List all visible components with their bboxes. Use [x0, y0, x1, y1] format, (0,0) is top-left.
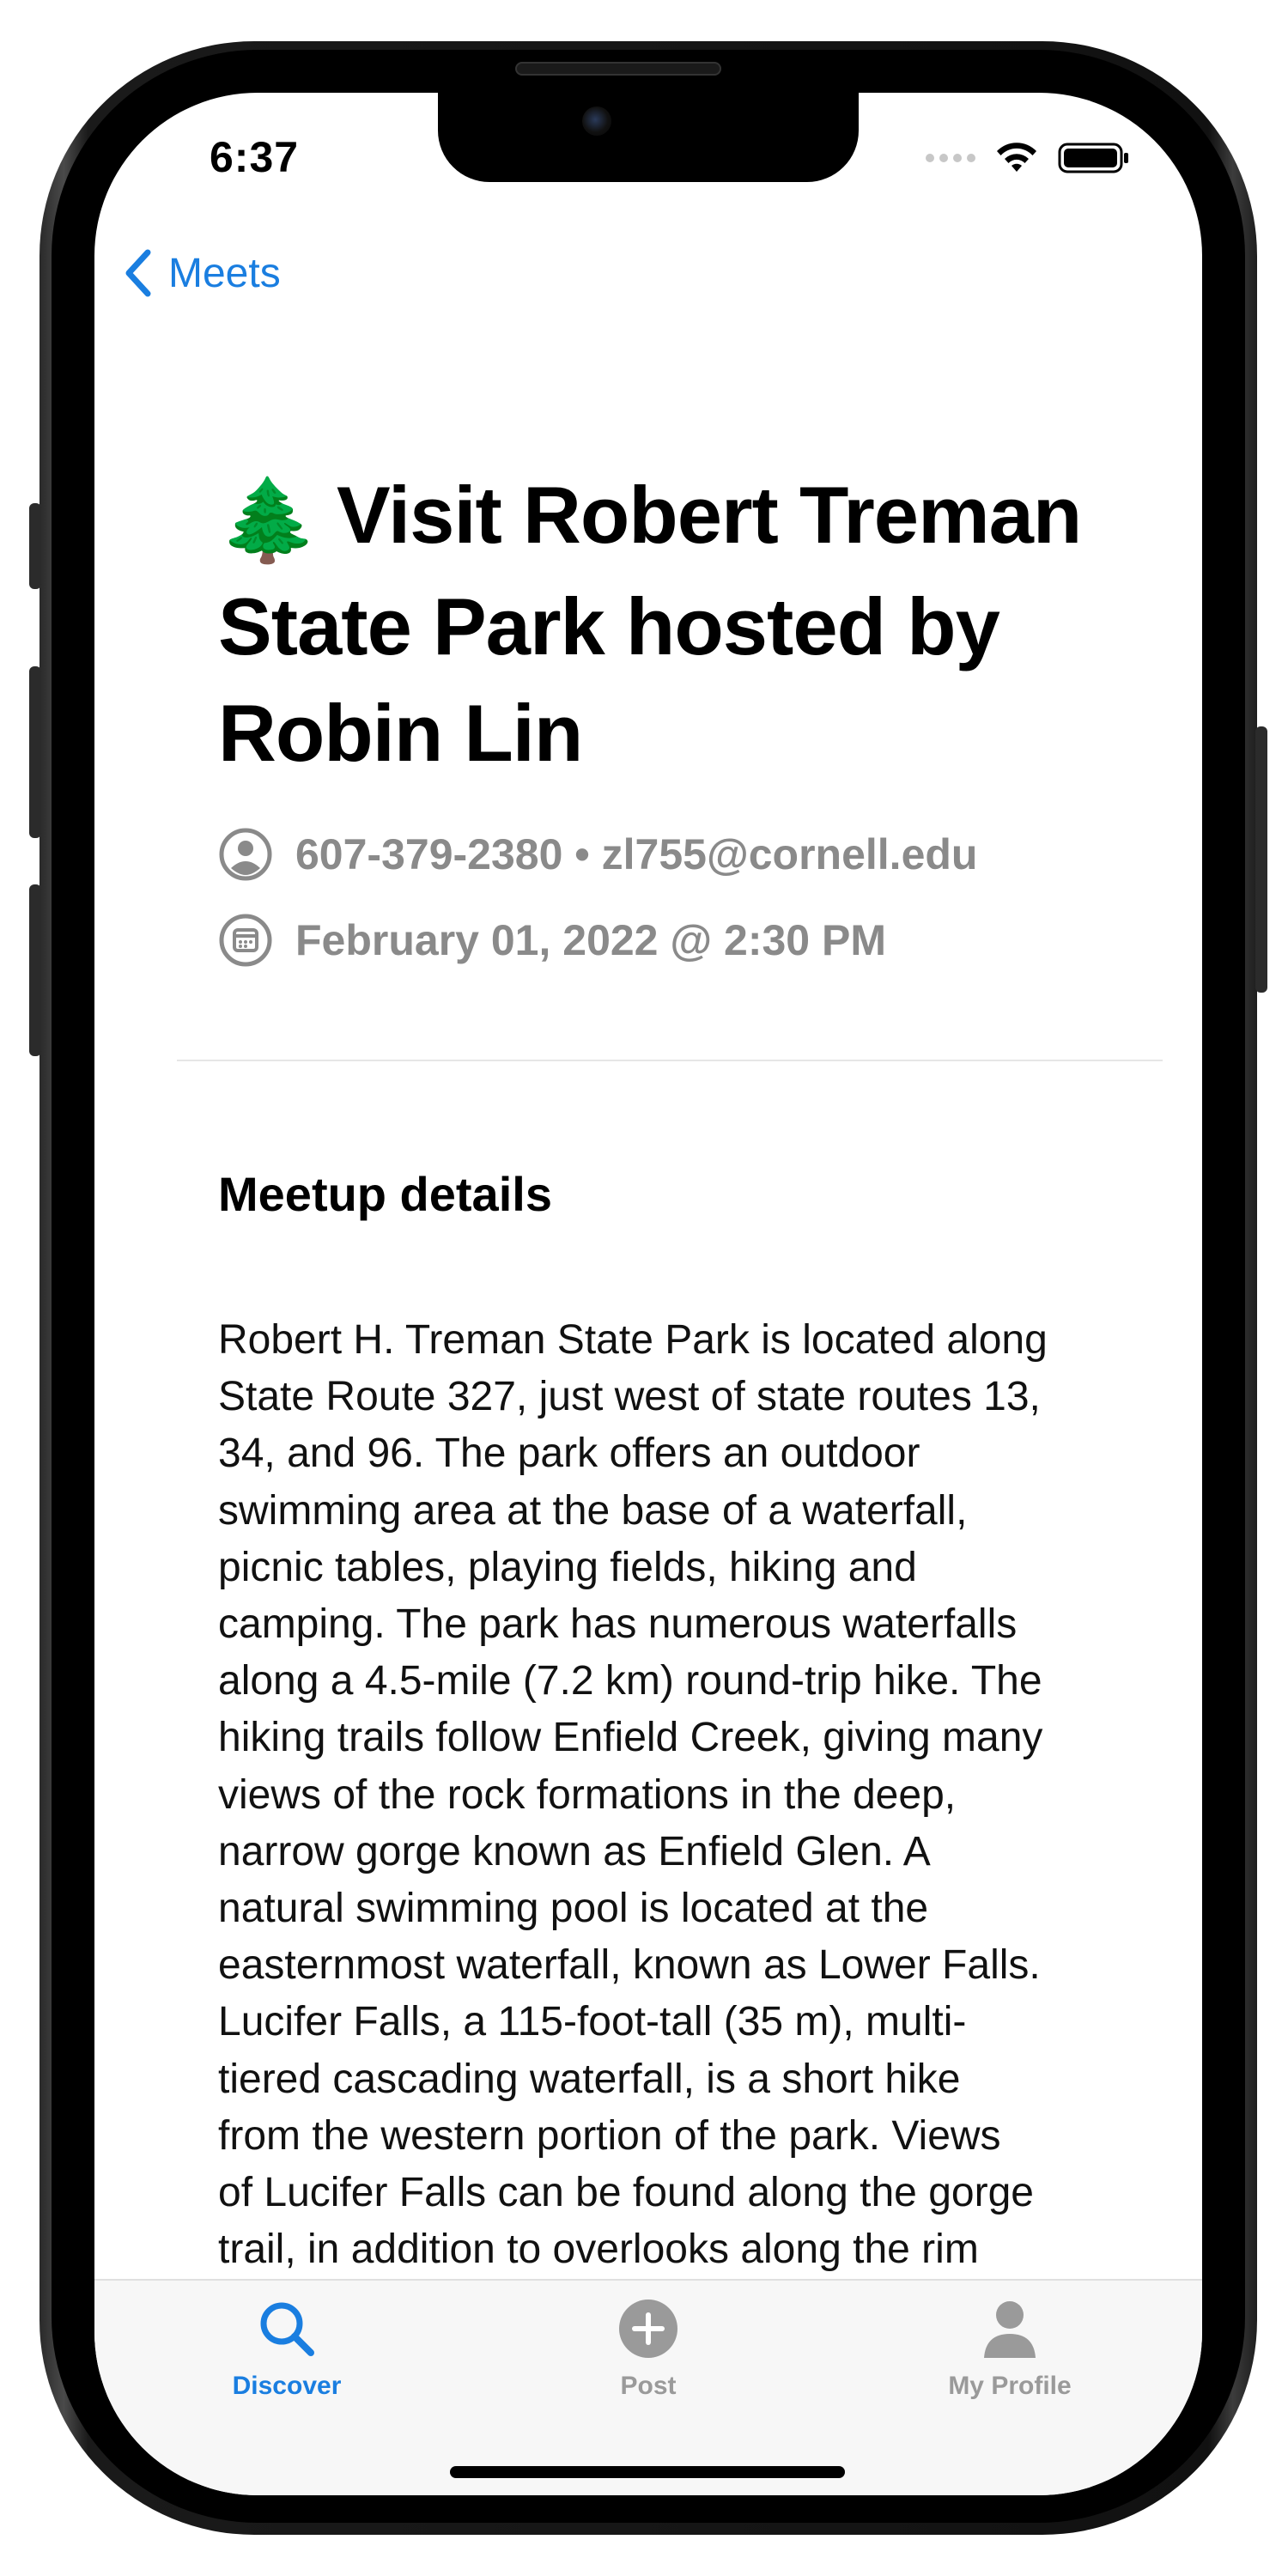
search-icon: [260, 2302, 314, 2356]
tab-my-profile-label: My Profile: [948, 2372, 1072, 2400]
tab-post[interactable]: Post: [519, 2298, 777, 2401]
wifi-icon: [997, 143, 1036, 172]
datetime-row: February 01, 2022 @ 2:30 PM: [218, 910, 1094, 970]
tree-icon: 🌲: [218, 475, 319, 565]
status-icons: [926, 141, 1130, 175]
tab-my-profile[interactable]: My Profile: [881, 2298, 1139, 2401]
camera-icon: [582, 106, 611, 136]
notch: [438, 93, 859, 182]
battery-icon: [1058, 143, 1128, 173]
volume-up-button: [29, 666, 41, 838]
tab-discover[interactable]: Discover: [158, 2298, 416, 2401]
contact-info: 607-379-2380 • zl755@cornell.edu: [295, 830, 978, 878]
chevron-left-icon: [125, 249, 151, 297]
volume-down-button: [29, 884, 41, 1056]
screen: 6:37 Meets 🌲 Visit Robert Treman State Pa…: [94, 93, 1202, 2495]
meetup-datetime: February 01, 2022 @ 2:30 PM: [295, 916, 886, 964]
back-label: Meets: [168, 250, 281, 296]
home-indicator[interactable]: [450, 2466, 845, 2478]
tab-post-label: Post: [620, 2372, 677, 2400]
back-button[interactable]: Meets: [124, 247, 281, 299]
section-title: Meetup details: [218, 1167, 552, 1221]
divider: [177, 1060, 1163, 1061]
contact-row: 607-379-2380 • zl755@cornell.edu: [218, 824, 1094, 884]
meetup-title: Visit Robert Treman State Park hosted by…: [218, 470, 1082, 778]
status-time: 6:37: [210, 133, 300, 181]
person-circle-icon: [219, 828, 272, 881]
cellular-signal-icon: [926, 154, 975, 162]
earpiece-speaker: [515, 62, 721, 76]
tab-discover-label: Discover: [232, 2372, 342, 2400]
page-title: 🌲 Visit Robert Treman State Park hosted b…: [218, 462, 1094, 787]
tab-bar: Discover Post My Profile: [94, 2279, 1202, 2495]
person-icon: [984, 2301, 1036, 2358]
plus-circle-icon: [619, 2300, 677, 2358]
silent-switch: [29, 503, 41, 589]
calendar-icon: [219, 914, 272, 967]
meetup-header: 🌲 Visit Robert Treman State Park hosted b…: [218, 462, 1094, 970]
power-button: [1255, 726, 1267, 993]
meetup-details: Robert H. Treman State Park is located a…: [218, 1317, 1048, 2273]
